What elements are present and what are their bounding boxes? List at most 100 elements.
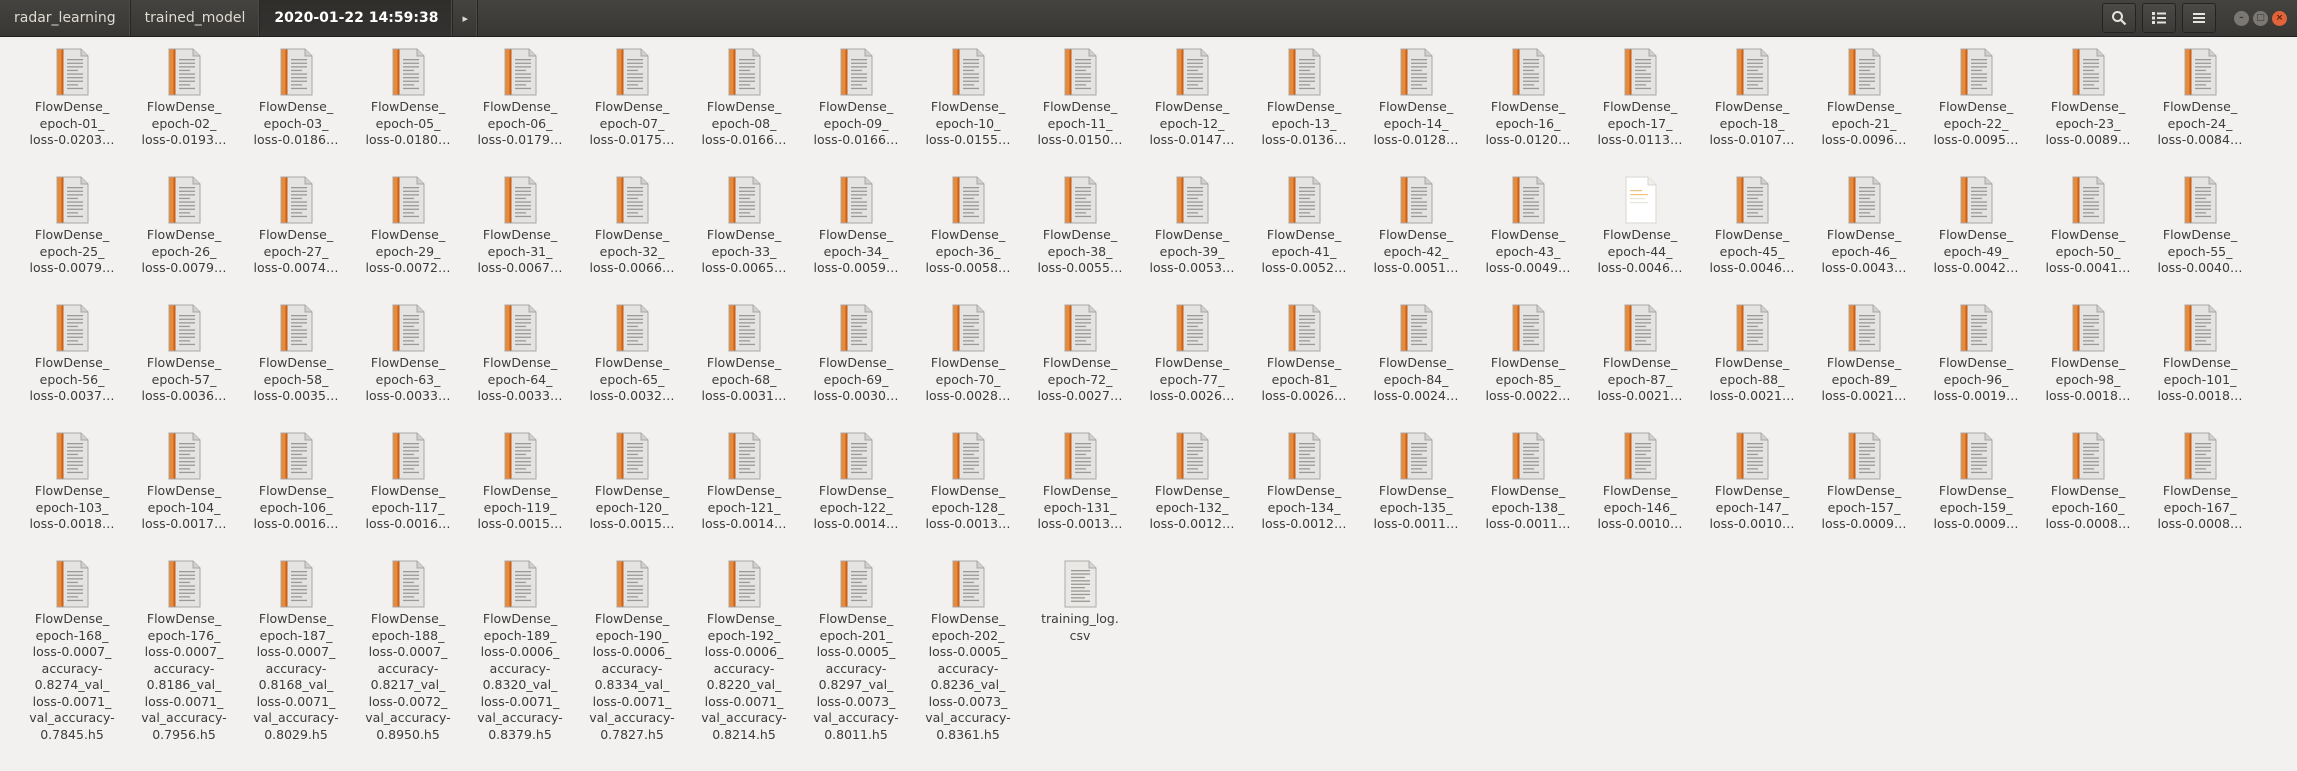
file-item[interactable]: FlowDense_ epoch-98_ loss-0.0018… [2032, 302, 2144, 430]
file-item[interactable]: FlowDense_ epoch-05_ loss-0.0180… [352, 46, 464, 174]
file-item[interactable]: FlowDense_ epoch-64_ loss-0.0033… [464, 302, 576, 430]
file-item[interactable]: FlowDense_ epoch-42_ loss-0.0051… [1360, 174, 1472, 302]
file-item[interactable]: FlowDense_ epoch-58_ loss-0.0035… [240, 302, 352, 430]
file-item[interactable]: FlowDense_ epoch-10_ loss-0.0155… [912, 46, 1024, 174]
file-item[interactable]: FlowDense_ epoch-43_ loss-0.0049… [1472, 174, 1584, 302]
file-item[interactable]: FlowDense_ epoch-24_ loss-0.0084… [2144, 46, 2256, 174]
file-item[interactable]: FlowDense_ epoch-96_ loss-0.0019… [1920, 302, 2032, 430]
file-item[interactable]: FlowDense_ epoch-01_ loss-0.0203… [16, 46, 128, 174]
file-item[interactable]: FlowDense_ epoch-14_ loss-0.0128… [1360, 46, 1472, 174]
view-options-button[interactable] [2142, 3, 2176, 33]
file-item[interactable]: FlowDense_ epoch-34_ loss-0.0059… [800, 174, 912, 302]
file-item[interactable]: FlowDense_ epoch-41_ loss-0.0052… [1248, 174, 1360, 302]
file-item[interactable]: FlowDense_ epoch-63_ loss-0.0033… [352, 302, 464, 430]
file-item[interactable]: FlowDense_ epoch-09_ loss-0.0166… [800, 46, 912, 174]
file-item[interactable]: FlowDense_ epoch-202_ loss-0.0005_ accur… [912, 558, 1024, 742]
file-item[interactable]: FlowDense_ epoch-131_ loss-0.0013… [1024, 430, 1136, 558]
file-item[interactable]: FlowDense_ epoch-189_ loss-0.0006_ accur… [464, 558, 576, 742]
file-item[interactable]: FlowDense_ epoch-135_ loss-0.0011… [1360, 430, 1472, 558]
file-item[interactable]: FlowDense_ epoch-87_ loss-0.0021… [1584, 302, 1696, 430]
file-item[interactable]: FlowDense_ epoch-157_ loss-0.0009… [1808, 430, 1920, 558]
close-icon[interactable]: × [2272, 10, 2287, 26]
breadcrumb-trained-model[interactable]: trained_model [131, 0, 261, 36]
breadcrumb-forward-icon[interactable]: ▸ [453, 0, 478, 36]
file-item[interactable]: FlowDense_ epoch-101_ loss-0.0018… [2144, 302, 2256, 430]
minimize-icon[interactable]: – [2234, 10, 2249, 26]
file-item[interactable]: FlowDense_ epoch-39_ loss-0.0053… [1136, 174, 1248, 302]
file-item[interactable]: FlowDense_ epoch-89_ loss-0.0021… [1808, 302, 1920, 430]
maximize-icon[interactable]: □ [2253, 10, 2268, 26]
breadcrumb-current-folder[interactable]: 2020-01-22 14:59:38 [260, 0, 454, 36]
file-item[interactable]: FlowDense_ epoch-02_ loss-0.0193… [128, 46, 240, 174]
file-item[interactable]: FlowDense_ epoch-201_ loss-0.0005_ accur… [800, 558, 912, 742]
file-item[interactable]: FlowDense_ epoch-106_ loss-0.0016… [240, 430, 352, 558]
file-item[interactable]: FlowDense_ epoch-06_ loss-0.0179… [464, 46, 576, 174]
file-item[interactable]: FlowDense_ epoch-65_ loss-0.0032… [576, 302, 688, 430]
file-item[interactable]: FlowDense_ epoch-17_ loss-0.0113… [1584, 46, 1696, 174]
file-item[interactable]: FlowDense_ epoch-128_ loss-0.0013… [912, 430, 1024, 558]
file-item[interactable]: FlowDense_ epoch-22_ loss-0.0095… [1920, 46, 2032, 174]
file-item[interactable]: FlowDense_ epoch-147_ loss-0.0010… [1696, 430, 1808, 558]
file-item[interactable]: FlowDense_ epoch-69_ loss-0.0030… [800, 302, 912, 430]
file-item[interactable]: FlowDense_ epoch-38_ loss-0.0055… [1024, 174, 1136, 302]
file-item[interactable]: FlowDense_ epoch-70_ loss-0.0028… [912, 302, 1024, 430]
file-item[interactable]: FlowDense_ epoch-33_ loss-0.0065… [688, 174, 800, 302]
file-item[interactable]: FlowDense_ epoch-08_ loss-0.0166… [688, 46, 800, 174]
file-item[interactable]: FlowDense_ epoch-72_ loss-0.0027… [1024, 302, 1136, 430]
file-item[interactable]: FlowDense_ epoch-29_ loss-0.0072… [352, 174, 464, 302]
file-item[interactable]: FlowDense_ epoch-49_ loss-0.0042… [1920, 174, 2032, 302]
file-item[interactable]: FlowDense_ epoch-168_ loss-0.0007_ accur… [16, 558, 128, 742]
file-item[interactable]: FlowDense_ epoch-104_ loss-0.0017… [128, 430, 240, 558]
file-item[interactable]: FlowDense_ epoch-188_ loss-0.0007_ accur… [352, 558, 464, 742]
file-item[interactable]: FlowDense_ epoch-103_ loss-0.0018… [16, 430, 128, 558]
file-item[interactable]: FlowDense_ epoch-03_ loss-0.0186… [240, 46, 352, 174]
search-button[interactable] [2102, 3, 2136, 33]
file-item[interactable]: FlowDense_ epoch-176_ loss-0.0007_ accur… [128, 558, 240, 742]
file-item[interactable]: FlowDense_ epoch-77_ loss-0.0026… [1136, 302, 1248, 430]
file-item[interactable]: FlowDense_ epoch-68_ loss-0.0031… [688, 302, 800, 430]
file-item[interactable]: FlowDense_ epoch-57_ loss-0.0036… [128, 302, 240, 430]
file-item[interactable]: FlowDense_ epoch-132_ loss-0.0012… [1136, 430, 1248, 558]
file-item[interactable]: FlowDense_ epoch-122_ loss-0.0014… [800, 430, 912, 558]
file-item[interactable]: FlowDense_ epoch-23_ loss-0.0089… [2032, 46, 2144, 174]
file-item[interactable]: FlowDense_ epoch-88_ loss-0.0021… [1696, 302, 1808, 430]
file-item[interactable]: FlowDense_ epoch-146_ loss-0.0010… [1584, 430, 1696, 558]
file-item[interactable]: FlowDense_ epoch-18_ loss-0.0107… [1696, 46, 1808, 174]
menu-button[interactable] [2182, 3, 2216, 33]
breadcrumb-radar-learning[interactable]: radar_learning [0, 0, 131, 36]
file-item[interactable]: FlowDense_ epoch-11_ loss-0.0150… [1024, 46, 1136, 174]
file-item[interactable]: FlowDense_ epoch-13_ loss-0.0136… [1248, 46, 1360, 174]
file-item[interactable]: FlowDense_ epoch-16_ loss-0.0120… [1472, 46, 1584, 174]
file-item[interactable]: training_log. csv [1024, 558, 1136, 686]
file-item[interactable]: FlowDense_ epoch-50_ loss-0.0041… [2032, 174, 2144, 302]
file-item[interactable]: FlowDense_ epoch-121_ loss-0.0014… [688, 430, 800, 558]
file-item[interactable]: FlowDense_ epoch-117_ loss-0.0016… [352, 430, 464, 558]
file-item[interactable]: FlowDense_ epoch-138_ loss-0.0011… [1472, 430, 1584, 558]
file-item[interactable]: FlowDense_ epoch-134_ loss-0.0012… [1248, 430, 1360, 558]
file-item[interactable]: FlowDense_ epoch-120_ loss-0.0015… [576, 430, 688, 558]
file-item[interactable]: FlowDense_ epoch-84_ loss-0.0024… [1360, 302, 1472, 430]
file-item[interactable]: FlowDense_ epoch-167_ loss-0.0008… [2144, 430, 2256, 558]
file-item[interactable]: FlowDense_ epoch-44_ loss-0.0046… [1584, 174, 1696, 302]
file-item[interactable]: FlowDense_ epoch-26_ loss-0.0079… [128, 174, 240, 302]
file-item[interactable]: FlowDense_ epoch-160_ loss-0.0008… [2032, 430, 2144, 558]
file-item[interactable]: FlowDense_ epoch-25_ loss-0.0079… [16, 174, 128, 302]
file-item[interactable]: FlowDense_ epoch-192_ loss-0.0006_ accur… [688, 558, 800, 742]
file-item[interactable]: FlowDense_ epoch-81_ loss-0.0026… [1248, 302, 1360, 430]
file-item[interactable]: FlowDense_ epoch-07_ loss-0.0175… [576, 46, 688, 174]
file-item[interactable]: FlowDense_ epoch-12_ loss-0.0147… [1136, 46, 1248, 174]
file-item[interactable]: FlowDense_ epoch-46_ loss-0.0043… [1808, 174, 1920, 302]
file-item[interactable]: FlowDense_ epoch-45_ loss-0.0046… [1696, 174, 1808, 302]
file-item[interactable]: FlowDense_ epoch-27_ loss-0.0074… [240, 174, 352, 302]
file-item[interactable]: FlowDense_ epoch-31_ loss-0.0067… [464, 174, 576, 302]
file-item[interactable]: FlowDense_ epoch-85_ loss-0.0022… [1472, 302, 1584, 430]
file-item[interactable]: FlowDense_ epoch-36_ loss-0.0058… [912, 174, 1024, 302]
file-item[interactable]: FlowDense_ epoch-21_ loss-0.0096… [1808, 46, 1920, 174]
file-item[interactable]: FlowDense_ epoch-32_ loss-0.0066… [576, 174, 688, 302]
file-item[interactable]: FlowDense_ epoch-56_ loss-0.0037… [16, 302, 128, 430]
file-item[interactable]: FlowDense_ epoch-187_ loss-0.0007_ accur… [240, 558, 352, 742]
file-item[interactable]: FlowDense_ epoch-159_ loss-0.0009… [1920, 430, 2032, 558]
file-item[interactable]: FlowDense_ epoch-55_ loss-0.0040… [2144, 174, 2256, 302]
file-item[interactable]: FlowDense_ epoch-119_ loss-0.0015… [464, 430, 576, 558]
file-item[interactable]: FlowDense_ epoch-190_ loss-0.0006_ accur… [576, 558, 688, 742]
